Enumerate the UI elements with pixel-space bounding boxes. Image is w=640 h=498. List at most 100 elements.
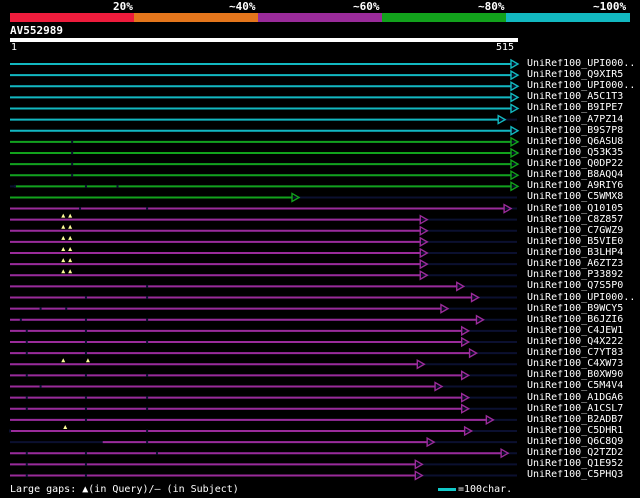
hit-label[interactable]: UniRef100_C7YT83 — [527, 348, 639, 358]
hit-label[interactable]: UniRef100_A9RIY6 — [527, 181, 639, 191]
hit-label[interactable]: UniRef100_C5M4V4 — [527, 381, 639, 391]
hit-track[interactable] — [10, 169, 520, 181]
subject-gap-mark — [84, 462, 87, 466]
hit-track[interactable] — [10, 459, 517, 470]
hit-label[interactable]: UniRef100_Q53K35 — [527, 148, 639, 158]
hit-label[interactable]: UniRef100_B9S7P8 — [527, 126, 639, 136]
hit-track[interactable] — [10, 470, 517, 481]
hit-label[interactable]: UniRef100_Q10105 — [527, 204, 639, 214]
hit-track[interactable] — [10, 436, 517, 448]
hit-track[interactable] — [10, 258, 517, 270]
subject-gap-mark — [71, 173, 74, 177]
hit-label[interactable]: UniRef100_P33892 — [527, 270, 639, 280]
hit-label[interactable]: UniRef100_C5WMX8 — [527, 192, 639, 202]
hit-track[interactable] — [9, 424, 517, 437]
query-gap-marker-icon — [63, 424, 68, 429]
hit-track[interactable] — [10, 92, 520, 103]
hit-label[interactable]: UniRef100_Q1E952 — [527, 459, 639, 469]
hit-label[interactable]: UniRef100_C4JEW1 — [527, 326, 639, 336]
subject-gap-mark — [9, 429, 11, 433]
hit-label[interactable]: UniRef100_A7PZ14 — [527, 115, 639, 125]
hit-track[interactable] — [10, 213, 517, 225]
hit-label[interactable]: UniRef100_B3LHP4 — [527, 248, 639, 258]
hit-label[interactable]: UniRef100_UPI000.. — [527, 81, 639, 91]
hit-track[interactable] — [10, 392, 517, 403]
hit-track[interactable] — [10, 192, 517, 203]
hit-label[interactable]: UniRef100_UPI000.. — [527, 59, 639, 69]
hit-label[interactable]: UniRef100_B5VIE0 — [527, 237, 639, 247]
hit-track[interactable] — [10, 414, 517, 426]
hit-track[interactable] — [10, 81, 520, 92]
hit-label[interactable]: UniRef100_C5DHR1 — [527, 426, 639, 436]
hit-label[interactable]: UniRef100_B9WCY5 — [527, 304, 639, 314]
hit-label[interactable]: UniRef100_B2ADB7 — [527, 415, 639, 425]
hit-label[interactable]: UniRef100_B9IPE7 — [527, 103, 639, 113]
hit-track[interactable] — [10, 224, 517, 237]
hit-track[interactable] — [10, 303, 517, 314]
hit-label[interactable]: UniRef100_B8AQQ4 — [527, 170, 639, 180]
hit-track[interactable] — [10, 347, 517, 359]
hit-track[interactable] — [10, 292, 517, 303]
hit-track[interactable] — [10, 247, 517, 259]
hit-label[interactable]: UniRef100_B0XW90 — [527, 370, 639, 380]
hit-label[interactable]: UniRef100_A6ZTZ3 — [527, 259, 639, 269]
hit-label[interactable]: UniRef100_Q4X222 — [527, 337, 639, 347]
subject-gap-mark — [84, 340, 87, 344]
subject-gap-mark — [25, 329, 28, 333]
hit-label[interactable]: UniRef100_A1DGA6 — [527, 393, 639, 403]
hit-track[interactable] — [10, 269, 517, 281]
hit-label[interactable]: UniRef100_B6JZI6 — [527, 315, 639, 325]
hit-track[interactable] — [10, 447, 517, 459]
hit-track[interactable] — [10, 69, 520, 81]
hit-track[interactable] — [10, 58, 520, 70]
hit-track[interactable] — [10, 103, 520, 114]
subject-gap-mark — [84, 407, 87, 411]
scale-legend: =100char. — [438, 484, 512, 496]
hit-track[interactable] — [10, 125, 520, 136]
hit-track[interactable] — [10, 358, 517, 370]
hit-label[interactable]: UniRef100_UPI000.. — [527, 293, 639, 303]
subject-gap-mark — [84, 451, 87, 455]
hit-label[interactable]: UniRef100_Q9XIR5 — [527, 70, 639, 80]
subject-gap-mark — [84, 351, 87, 355]
hit-label[interactable]: UniRef100_Q7S5P0 — [527, 281, 639, 291]
hit-track[interactable] — [10, 136, 520, 148]
subject-gap-mark — [146, 407, 149, 411]
hit-label[interactable]: UniRef100_A1CSL7 — [527, 404, 639, 414]
subject-gap-mark — [146, 318, 149, 322]
hit-track[interactable] — [10, 325, 517, 337]
hit-track[interactable] — [10, 235, 517, 248]
hit-label[interactable]: UniRef100_Q0DP22 — [527, 159, 639, 169]
query-gap-marker-icon — [61, 213, 66, 218]
hit-label[interactable]: UniRef100_A5C1T3 — [527, 92, 639, 102]
subject-gap-mark — [84, 318, 87, 322]
query-gap-marker-icon — [61, 258, 66, 263]
hit-label[interactable]: UniRef100_C4XW73 — [527, 359, 639, 369]
hit-track[interactable] — [10, 114, 517, 125]
hit-label[interactable]: UniRef100_C5PHQ3 — [527, 470, 639, 480]
subject-gap-mark — [65, 307, 68, 311]
hit-track[interactable] — [10, 147, 520, 159]
subject-gap-mark — [25, 473, 28, 477]
hit-track[interactable] — [10, 370, 517, 381]
hit-label[interactable]: UniRef100_Q6ASU8 — [527, 137, 639, 147]
hit-track[interactable] — [10, 403, 517, 414]
subject-gap-mark — [84, 184, 87, 188]
subject-gap-mark — [25, 407, 28, 411]
subject-gap-mark — [155, 451, 158, 455]
hit-label[interactable]: UniRef100_C7GWZ9 — [527, 226, 639, 236]
hit-label[interactable]: UniRef100_C8Z857 — [527, 215, 639, 225]
hit-label[interactable]: UniRef100_Q2TZD2 — [527, 448, 639, 458]
hit-track[interactable] — [10, 381, 517, 392]
subject-gap-mark — [146, 440, 149, 444]
hit-track[interactable] — [10, 281, 517, 292]
subject-gap-mark — [25, 340, 28, 344]
hit-label[interactable]: UniRef100_Q6C8Q9 — [527, 437, 639, 447]
hit-track[interactable] — [10, 203, 517, 214]
hit-track[interactable] — [10, 158, 520, 170]
query-gap-marker-icon — [68, 258, 73, 263]
hit-track[interactable] — [10, 181, 520, 192]
hit-track[interactable] — [10, 314, 517, 325]
gap-legend: Large gaps: ▲(in Query)/– (in Subject) — [10, 484, 239, 496]
hit-track[interactable] — [10, 336, 517, 348]
